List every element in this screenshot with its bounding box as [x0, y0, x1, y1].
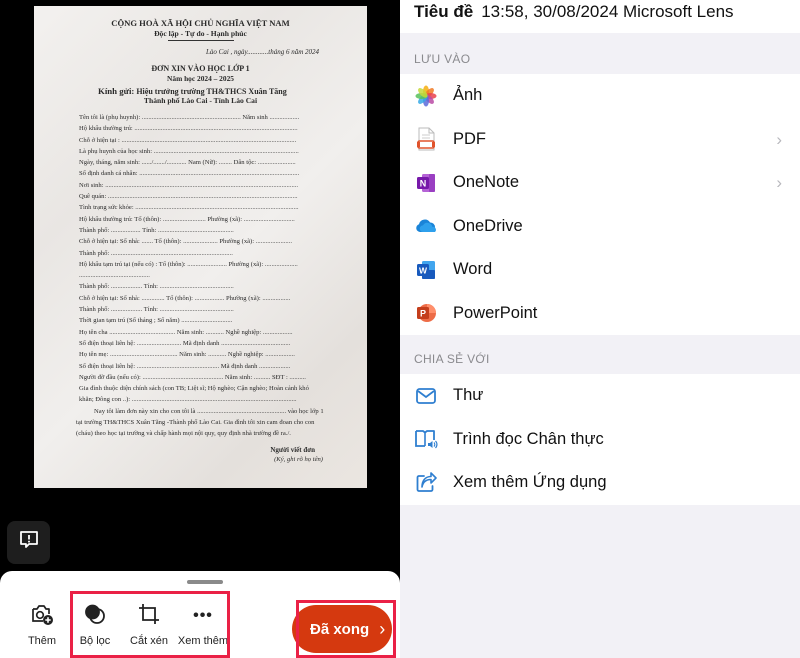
doc-paragraph-line: Nay tôi làm đơn này xin cho con tôi là .… [94, 408, 324, 415]
doc-form-field-line: Tên tôi là (phụ huynh): ................… [79, 114, 300, 121]
doc-form-field-line: Thành phố: ................... Tỉnh: ...… [79, 306, 234, 314]
doc-school-year: Năm học 2024 – 2025 [167, 74, 234, 83]
save-item-word[interactable]: W Word [400, 248, 800, 292]
powerpoint-icon: P [414, 301, 438, 325]
doc-paragraph-line: tại trường TH&THCS Xuân Tăng -Thành phố … [76, 419, 315, 426]
doc-paragraph-line: (cháu) theo học tại trường và chấp hành … [76, 430, 291, 437]
doc-form-field-line: Nơi sinh: ..............................… [79, 181, 299, 189]
doc-header-line1: CỘNG HOÀ XÃ HỘI CHỦ NGHĨA VIỆT NAM [111, 18, 290, 28]
share-item-label: Thư [453, 386, 484, 405]
svg-text:N: N [420, 178, 427, 188]
save-item-label: Ảnh [453, 86, 483, 105]
save-item-label: PDF [453, 129, 486, 148]
camera-add-icon [30, 603, 54, 630]
doc-form-field-line: Gia đình thuộc diện chính sách (con TB; … [79, 385, 309, 393]
add-page-label: Thêm [27, 635, 57, 647]
onenote-icon: N [414, 171, 438, 195]
doc-addressee: Kính gửi: Hiệu trưởng trường TH&THCS Xuâ… [98, 86, 287, 96]
save-share-panel: Tiêu đề 13:58, 30/08/2024 Microsoft Lens … [400, 0, 800, 658]
title-value: 13:58, 30/08/2024 Microsoft Lens [481, 2, 734, 21]
doc-addressee-line1: Hiệu trưởng trường TH&THCS Xuân Tăng [136, 87, 287, 96]
onedrive-icon [414, 214, 438, 238]
doc-form-field-line: Họ tên mẹ: .............................… [79, 351, 295, 359]
doc-form-field-line: Chỗ ở hiện tại: Số nhà: ....... Tổ (thôn… [79, 238, 292, 246]
doc-paragraph: Nay tôi làm đơn này xin cho con tôi là .… [76, 406, 351, 439]
save-section-header: LƯU VÀO [414, 52, 471, 66]
scan-editor: CỘNG HOÀ XÃ HỘI CHỦ NGHĨA VIỆT NAM Độc l… [0, 0, 400, 658]
doc-form-field-line: ........................................… [79, 272, 150, 280]
feedback-icon [18, 529, 40, 556]
svg-text:P: P [420, 309, 426, 319]
doc-form-field-line: Ngày, tháng, năm sinh: ....../......./..… [79, 159, 296, 167]
immersive-reader-icon [414, 427, 438, 451]
doc-addressee-label: Kính gửi: [98, 86, 135, 96]
chevron-right-icon: › [776, 129, 782, 149]
save-destinations-list: Ảnh PDF › N OneNote › OneDrive W Word P … [400, 74, 800, 335]
save-item-pdf[interactable]: PDF › [400, 118, 800, 162]
doc-form-field-line: Thành phố: .............................… [79, 249, 233, 257]
photos-icon [414, 84, 438, 108]
sheet-grabber[interactable] [187, 580, 223, 584]
svg-text:W: W [419, 265, 428, 275]
doc-signer: Người viết đơn [270, 446, 315, 454]
mail-icon [414, 384, 438, 408]
title-field[interactable]: Tiêu đề 13:58, 30/08/2024 Microsoft Lens [400, 0, 800, 33]
save-item-onenote[interactable]: N OneNote › [400, 161, 800, 205]
doc-form-fields: Tên tôi là (phụ huynh): ................… [79, 112, 349, 406]
share-section-header: CHIA SẺ VỚI [414, 352, 490, 366]
highlight-box-tools [70, 591, 230, 658]
scanned-document: CỘNG HOÀ XÃ HỘI CHỦ NGHĨA VIỆT NAM Độc l… [34, 6, 367, 488]
doc-form-field-line: Thành phố: ................... Tỉnh: ...… [79, 283, 234, 291]
save-item-label: PowerPoint [453, 303, 538, 322]
doc-title: ĐƠN XIN VÀO HỌC LỚP 1 [151, 64, 250, 73]
add-page-button[interactable]: Thêm [14, 603, 70, 647]
share-icon [414, 471, 438, 495]
doc-form-field-line: Là phụ huynh của học sinh: .............… [79, 147, 299, 155]
save-item-label: Word [453, 260, 493, 279]
doc-signer-note: (Ký, ghi rõ họ tên) [274, 456, 323, 463]
doc-form-field-line: Hộ khẩu thường trú: ....................… [79, 125, 298, 133]
save-item-powerpoint[interactable]: P PowerPoint [400, 292, 800, 336]
doc-form-field-line: Số định danh cá nhân: ..................… [79, 170, 300, 178]
word-icon: W [414, 258, 438, 282]
doc-form-field-line: Thành phố: .................. Tỉnh: ....… [79, 226, 234, 234]
doc-form-field-line: Chỗ ở hiện tại : .......................… [79, 136, 297, 144]
title-label: Tiêu đề [414, 2, 474, 21]
doc-form-field-line: Quê quán: ..............................… [79, 193, 298, 201]
doc-form-field-line: Hộ khẩu thường trú: Tổ (thôn): .........… [79, 215, 295, 223]
doc-form-field-line: Thời gian tạm trú (Số tháng ; Số năm) ..… [79, 317, 233, 325]
save-item-label: OneNote [453, 173, 520, 192]
share-item-immersive-reader[interactable]: Trình đọc Chân thực [400, 418, 800, 462]
doc-form-field-line: khăn; Đông con ..): ....................… [79, 396, 297, 404]
doc-place-date: Lào Cai , ngày............tháng 6 năm 20… [206, 48, 319, 56]
doc-form-field-line: Chỗ ở hiện tại: Số nhà: .............. T… [79, 294, 291, 302]
share-item-mail[interactable]: Thư [400, 374, 800, 418]
doc-form-field-line: Số điện thoại liên hệ: .................… [79, 339, 291, 347]
doc-form-field-line: Tình trạng sức khỏe: ...................… [79, 204, 299, 212]
feedback-button[interactable] [7, 521, 50, 564]
save-item-label: OneDrive [453, 216, 523, 235]
share-item-label: Trình đọc Chân thực [453, 429, 604, 448]
doc-form-field-line: Người đỡ đầu (nếu có): .................… [79, 373, 306, 381]
save-item-onedrive[interactable]: OneDrive [400, 205, 800, 249]
doc-form-field-line: Hộ khẩu tạm trú tại (nếu có) : Tổ (thôn)… [79, 260, 298, 268]
doc-divider [168, 40, 234, 41]
doc-header-line2: Độc lập - Tự do - Hạnh phúc [154, 29, 247, 38]
save-item-photos[interactable]: Ảnh [400, 74, 800, 118]
pdf-icon [414, 127, 438, 151]
doc-form-field-line: Số điện thoại liên hệ: .................… [79, 362, 291, 370]
chevron-right-icon: › [776, 173, 782, 192]
doc-form-field-line: Họ tên cha .............................… [79, 328, 293, 336]
share-targets-list: Thư Trình đọc Chân thực Xem thêm Ứng dụn… [400, 374, 800, 505]
doc-addressee-line2: Thành phố Lào Cai - Tỉnh Lào Cai [143, 96, 258, 105]
share-item-label: Xem thêm Ứng dụng [453, 473, 607, 492]
highlight-box-done [296, 600, 396, 658]
share-item-more-apps[interactable]: Xem thêm Ứng dụng [400, 461, 800, 505]
